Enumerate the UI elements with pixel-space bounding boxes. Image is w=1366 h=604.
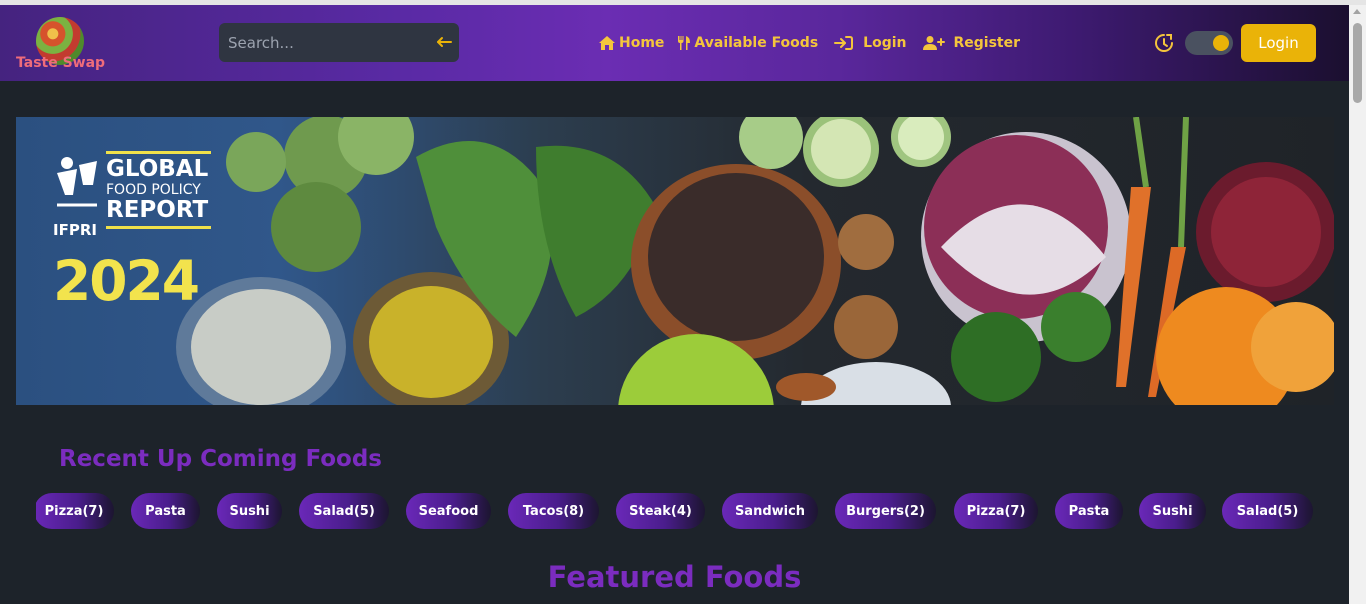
navbar: Taste Swap Home Available Foods: [0, 5, 1349, 81]
nav-register[interactable]: Register: [923, 35, 1020, 51]
banner-food-image: [176, 117, 1334, 405]
search-input[interactable]: [219, 23, 424, 62]
utensils-icon: [678, 36, 691, 50]
report-line-3: REPORT: [106, 197, 209, 223]
user-plus-icon: [923, 36, 946, 50]
home-icon: [599, 36, 615, 50]
category-chip[interactable]: Salad(5): [1222, 493, 1313, 529]
category-chip[interactable]: Seafood: [406, 493, 491, 529]
category-chip[interactable]: Pasta: [1055, 493, 1123, 529]
category-chip[interactable]: Sushi: [217, 493, 282, 529]
theme-toggle[interactable]: [1185, 31, 1233, 55]
category-chip[interactable]: Pizza(7): [36, 493, 114, 529]
nav-login-label: Login: [863, 35, 907, 51]
category-chip[interactable]: Sandwich: [722, 493, 818, 529]
page-scrollbar[interactable]: [1349, 5, 1366, 604]
toggle-knob: [1213, 35, 1229, 51]
category-chip[interactable]: Pizza(7): [954, 493, 1038, 529]
category-chip[interactable]: Burgers(2): [835, 493, 936, 529]
category-chips: Pizza(7) Pasta Sushi Salad(5) Seafood Ta…: [36, 493, 1326, 529]
nav-login[interactable]: Login: [834, 35, 906, 51]
report-line-2: FOOD POLICY: [106, 182, 201, 198]
nav-home[interactable]: Home: [598, 35, 664, 51]
report-bar-bottom: [106, 226, 211, 229]
featured-foods-title: Featured Foods: [547, 560, 802, 594]
arrow-left-icon[interactable]: [433, 31, 455, 53]
ifpri-logo-icon: [57, 157, 97, 207]
scroll-up-arrow-icon[interactable]: [1353, 9, 1361, 14]
brand-name: Taste Swap: [16, 55, 106, 71]
report-name: GLOBAL FOOD POLICY REPORT: [106, 151, 211, 229]
category-chip[interactable]: Tacos(8): [508, 493, 599, 529]
login-button[interactable]: Login: [1241, 24, 1316, 62]
search-box: [219, 23, 459, 62]
report-line-1: GLOBAL: [106, 156, 209, 182]
report-year: 2024: [53, 249, 200, 313]
hero-banner: IFPRI GLOBAL FOOD POLICY REPORT 2024: [16, 117, 1334, 405]
ifpri-label: IFPRI: [53, 221, 97, 239]
brand-logo[interactable]: Taste Swap: [14, 17, 108, 75]
category-chip[interactable]: Pasta: [131, 493, 200, 529]
nav-available-foods-label: Available Foods: [694, 35, 819, 51]
category-chip[interactable]: Sushi: [1139, 493, 1206, 529]
nav-home-label: Home: [619, 35, 665, 51]
nav-available-foods[interactable]: Available Foods: [677, 35, 818, 51]
nav-register-label: Register: [953, 35, 1021, 51]
nav-links: Home Available Foods Login Register: [598, 32, 1020, 54]
report-bar-top: [106, 151, 211, 154]
category-chip[interactable]: Salad(5): [299, 493, 389, 529]
sign-in-icon: [834, 36, 854, 50]
recent-foods-title: Recent Up Coming Foods: [59, 446, 382, 472]
category-chip[interactable]: Steak(4): [616, 493, 705, 529]
scrollbar-thumb[interactable]: [1353, 23, 1362, 103]
theme-icon[interactable]: [1154, 33, 1174, 53]
